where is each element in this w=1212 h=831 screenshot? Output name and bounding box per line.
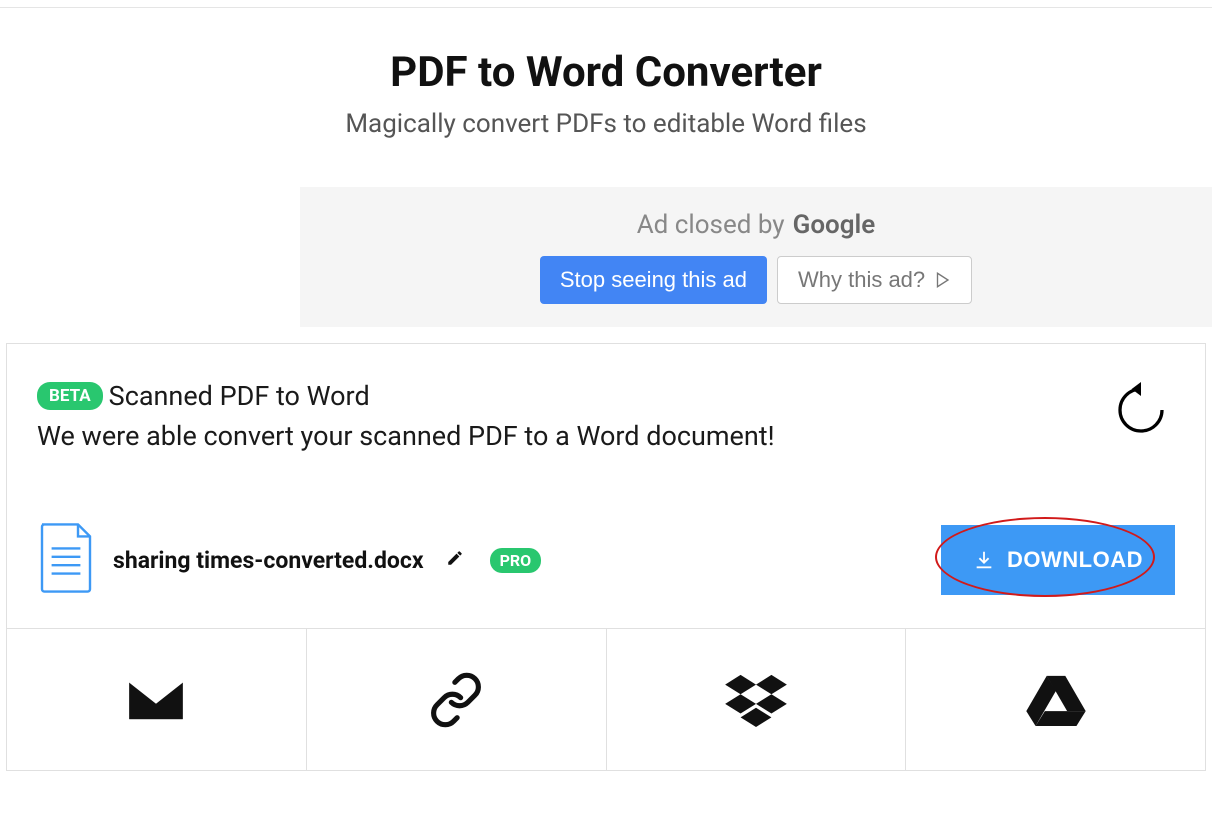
ad-closed-text: Ad closed by Google — [637, 210, 876, 240]
file-row: sharing times-converted.docx PRO DOWNLOA… — [37, 522, 1175, 598]
dropbox-icon — [725, 673, 787, 727]
share-dropbox-button[interactable] — [607, 629, 907, 771]
email-icon — [127, 679, 185, 721]
download-button[interactable]: DOWNLOAD — [941, 525, 1175, 595]
success-message: We were able convert your scanned PDF to… — [37, 420, 1175, 452]
share-row — [6, 629, 1206, 771]
beta-badge: BETA — [37, 382, 103, 410]
edit-filename-button[interactable] — [446, 549, 464, 571]
adchoices-icon — [933, 271, 951, 289]
link-icon — [428, 672, 484, 728]
why-this-ad-button[interactable]: Why this ad? — [777, 256, 972, 304]
restart-icon — [1113, 382, 1169, 438]
share-link-button[interactable] — [307, 629, 607, 771]
why-this-ad-label: Why this ad? — [798, 267, 925, 293]
document-icon — [37, 522, 95, 598]
stop-seeing-ad-button[interactable]: Stop seeing this ad — [540, 256, 767, 304]
page-title: PDF to Word Converter — [20, 48, 1192, 97]
top-separator — [0, 0, 1212, 8]
download-icon — [973, 549, 995, 571]
page-header: PDF to Word Converter Magically convert … — [0, 8, 1212, 163]
ad-button-row: Stop seeing this ad Why this ad? — [540, 256, 972, 304]
share-google-drive-button[interactable] — [906, 629, 1206, 771]
pro-badge: PRO — [490, 548, 542, 573]
ad-banner: Ad closed by Google Stop seeing this ad … — [300, 187, 1212, 327]
google-drive-icon — [1026, 674, 1086, 726]
pencil-icon — [446, 549, 464, 567]
filename-label: sharing times-converted.docx — [113, 547, 424, 574]
restart-button[interactable] — [1113, 382, 1169, 441]
google-logo: Google — [793, 210, 876, 240]
page-subtitle: Magically convert PDFs to editable Word … — [20, 109, 1192, 139]
ad-closed-prefix: Ad closed by — [637, 210, 785, 240]
result-card: BETA Scanned PDF to Word We were able co… — [6, 343, 1206, 629]
download-label: DOWNLOAD — [1007, 547, 1143, 573]
share-email-button[interactable] — [7, 629, 307, 771]
result-heading: Scanned PDF to Word — [109, 380, 370, 412]
result-heading-row: BETA Scanned PDF to Word — [37, 380, 1175, 412]
